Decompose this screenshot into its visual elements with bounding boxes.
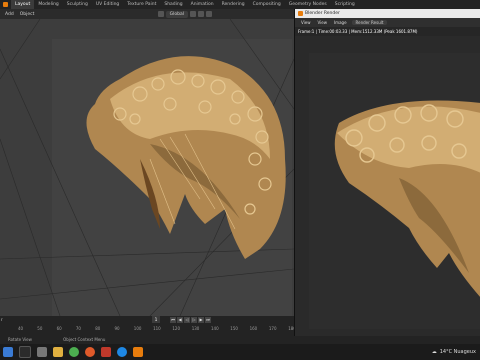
- jump-end-icon[interactable]: ⏭: [205, 317, 211, 323]
- frame-tick-label: 120: [172, 326, 181, 331]
- workspace-tab-geometry-nodes[interactable]: Geometry Nodes: [285, 0, 331, 9]
- status-left-hint: Rotate View: [8, 337, 32, 342]
- timeline-left-label: r: [1, 317, 3, 322]
- windows-taskbar: ☁ 14°C Nuageux: [0, 344, 480, 360]
- play-icon[interactable]: ▷: [191, 317, 197, 323]
- proportional-edit-icon[interactable]: [206, 11, 212, 17]
- frame-tick-label: 100: [133, 326, 142, 331]
- frame-tick-label: 90: [114, 326, 120, 331]
- transform-orientation-dropdown[interactable]: Global: [165, 10, 188, 18]
- timeline[interactable]: r 1 ⏮ ◀ ◁ ▷ ▶ ⏭ 40 50 60 70 80 90 100 110 120 130…: [0, 316, 296, 336]
- frame-tick-label: 130: [191, 326, 200, 331]
- blender-menu-icon[interactable]: [3, 2, 8, 7]
- file-explorer-icon[interactable]: [53, 347, 63, 357]
- chrome-icon[interactable]: [69, 347, 79, 357]
- status-bar: Rotate View Object Context Menu: [0, 336, 480, 344]
- snap-icon[interactable]: [198, 11, 204, 17]
- current-frame-field[interactable]: 1: [152, 316, 160, 323]
- viewport-header: Add Object Global: [0, 9, 294, 19]
- workspace-tab-sculpting[interactable]: Sculpting: [63, 0, 92, 9]
- system-tray: ☁ 14°C Nuageux: [432, 344, 476, 360]
- frame-tick-label: 160: [249, 326, 258, 331]
- render-window: Blender Render View View Image Render Resul…: [294, 9, 480, 336]
- app-icon[interactable]: [101, 347, 111, 357]
- frame-ruler[interactable]: 40 50 60 70 80 90 100 110 120 130 140 150 160 170 180: [0, 326, 296, 335]
- play-reverse-icon[interactable]: ◁: [184, 317, 190, 323]
- frame-tick-label: 80: [95, 326, 101, 331]
- 3d-viewport[interactable]: [0, 19, 294, 316]
- workspace-tab-modeling[interactable]: Modeling: [34, 0, 62, 9]
- windows-start-icon[interactable]: [3, 347, 13, 357]
- render-menu-image-2[interactable]: Image: [332, 20, 349, 25]
- viewport-scene: [0, 19, 294, 316]
- firefox-icon[interactable]: [85, 347, 95, 357]
- prev-keyframe-icon[interactable]: ◀: [177, 317, 183, 323]
- orientation-icon: [157, 11, 164, 17]
- workspace-tab-bar: Layout Modeling Sculpting UV Editing Texture…: [0, 0, 480, 9]
- blender-taskbar-icon[interactable]: [133, 347, 143, 357]
- render-slot-dropdown[interactable]: Render Result: [351, 20, 388, 25]
- workspace-tab-layout[interactable]: Layout: [11, 0, 35, 9]
- render-info: Frame:1 | Time:00:03.33 | Mem:1512.33M (…: [295, 27, 480, 36]
- object-menu[interactable]: Object: [18, 12, 37, 17]
- jump-start-icon[interactable]: ⏮: [170, 317, 176, 323]
- workspace-tab-rendering[interactable]: Rendering: [218, 0, 249, 9]
- search-icon[interactable]: [19, 346, 31, 358]
- render-window-menu: View View Image Render Result: [295, 18, 480, 27]
- workspace-tab-shading[interactable]: Shading: [160, 0, 186, 9]
- frame-tick-label: 50: [37, 326, 43, 331]
- frame-tick-label: 70: [75, 326, 81, 331]
- frame-tick-label: 60: [56, 326, 62, 331]
- frame-tick-label: 140: [211, 326, 219, 331]
- render-result-canvas[interactable]: [309, 53, 480, 329]
- status-right-hint: Object Context Menu: [63, 337, 106, 342]
- frame-tick-label: 40: [18, 326, 24, 331]
- task-view-icon[interactable]: [37, 347, 47, 357]
- workspace-tab-compositing[interactable]: Compositing: [249, 0, 285, 9]
- workspace-tab-scripting[interactable]: Scripting: [331, 0, 359, 9]
- render-window-title: Blender Render: [305, 11, 340, 16]
- frame-tick-label: 110: [153, 326, 161, 331]
- pivot-icon[interactable]: [190, 11, 196, 17]
- add-menu[interactable]: Add: [3, 12, 16, 17]
- render-menu-view-1[interactable]: View: [316, 20, 330, 25]
- frame-tick-label: 170: [268, 326, 277, 331]
- render-window-titlebar: Blender Render: [295, 9, 480, 18]
- playback-controls: ⏮ ◀ ◁ ▷ ▶ ⏭: [170, 317, 211, 323]
- workspace-tab-uv-editing[interactable]: UV Editing: [92, 0, 123, 9]
- edge-icon[interactable]: [117, 347, 127, 357]
- workspace-tab-texture-paint[interactable]: Texture Paint: [123, 0, 160, 9]
- blender-logo-icon: [298, 11, 303, 16]
- rendered-hair-image: [334, 100, 480, 297]
- cloud-icon: ☁: [431, 349, 437, 355]
- weather-text: 14°C Nuageux: [439, 349, 476, 355]
- next-keyframe-icon[interactable]: ▶: [198, 317, 204, 323]
- render-menu-view-0[interactable]: View: [299, 20, 313, 25]
- workspace-tab-animation[interactable]: Animation: [187, 0, 218, 9]
- frame-tick-label: 150: [230, 326, 238, 331]
